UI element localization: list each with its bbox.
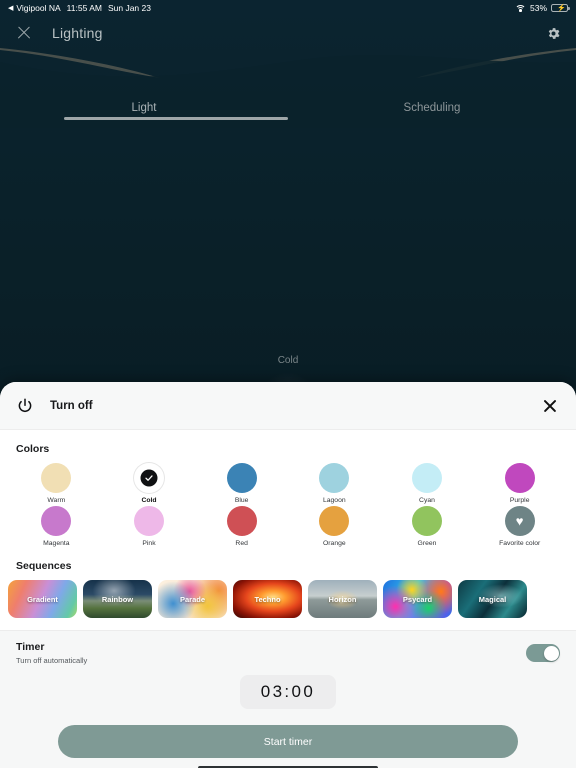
sequence-label: Horizon <box>328 594 357 604</box>
timer-title: Timer <box>16 641 45 653</box>
sequences-section-title: Sequences <box>16 560 72 572</box>
back-arrow-icon: ◀ <box>8 4 14 12</box>
color-option-cold[interactable]: Cold <box>103 463 196 504</box>
battery-charging-icon: ⚡ <box>551 3 570 13</box>
turn-off-label: Turn off <box>50 399 93 412</box>
timer-text-group: Timer Turn off automatically <box>16 641 87 665</box>
light-settings-sheet: Turn off Colors Warm Cold Blue Lagoon Cy… <box>0 382 576 768</box>
color-swatch <box>319 506 350 536</box>
app-header: Lighting <box>0 18 576 48</box>
timer-subtitle: Turn off automatically <box>16 656 88 665</box>
color-label: Cyan <box>419 497 435 504</box>
sequence-label: Parade <box>179 594 206 604</box>
color-option-purple[interactable]: Purple <box>473 463 566 504</box>
dial-value-label: Cold <box>277 355 299 366</box>
sequence-card-rainbow[interactable]: Rainbow <box>83 580 152 618</box>
sequence-card-gradient[interactable]: Gradient <box>8 580 77 618</box>
color-swatch <box>41 506 72 536</box>
start-timer-button[interactable]: Start timer <box>58 725 518 758</box>
color-option-cyan[interactable]: Cyan <box>381 463 474 504</box>
page-title: Lighting <box>52 25 103 41</box>
status-bar-left: ◀ Vigipool NA 11:55 AM Sun Jan 23 <box>8 3 151 13</box>
sequence-label: Magical <box>478 594 507 604</box>
heart-icon: ♥ <box>515 513 524 529</box>
color-option-orange[interactable]: Orange <box>288 506 381 547</box>
color-label: Purple <box>509 497 530 504</box>
sequence-card-magical[interactable]: Magical <box>458 580 527 618</box>
sheet-body: Colors Warm Cold Blue Lagoon Cyan Purple… <box>0 430 576 768</box>
gear-icon[interactable] <box>544 24 562 42</box>
status-bar-right: 53% ⚡ <box>514 3 570 13</box>
app-root: ◀ Vigipool NA 11:55 AM Sun Jan 23 53% ⚡ … <box>0 0 576 768</box>
color-swatch <box>41 463 72 493</box>
color-swatch <box>226 463 257 493</box>
color-swatch <box>319 463 350 493</box>
colors-section-title: Colors <box>16 443 50 455</box>
color-option-magenta[interactable]: Magenta <box>10 506 103 547</box>
sheet-header: Turn off <box>0 382 576 430</box>
color-option-warm[interactable]: Warm <box>10 463 103 504</box>
color-swatch <box>133 506 164 536</box>
color-label: Lagoon <box>322 497 346 504</box>
color-option-lagoon[interactable]: Lagoon <box>288 463 381 504</box>
sequence-label: Rainbow <box>101 594 134 604</box>
timer-section: Timer Turn off automatically 03:00 <box>0 630 576 719</box>
toggle-knob <box>543 645 559 661</box>
timer-header: Timer Turn off automatically <box>16 641 560 665</box>
check-icon <box>140 469 158 487</box>
sequence-label: Gradient <box>27 594 58 604</box>
sheet-footer: Start timer <box>0 719 576 768</box>
color-label: Warm <box>47 497 66 504</box>
sequence-card-psycard[interactable]: Psycard <box>383 580 452 618</box>
status-time: 11:55 AM <box>66 3 102 13</box>
tab-scheduling[interactable]: Scheduling <box>288 96 576 126</box>
tab-light[interactable]: Light <box>0 96 288 126</box>
color-swatch <box>411 463 442 493</box>
timer-toggle[interactable] <box>526 644 560 662</box>
color-label: Cold <box>141 497 157 504</box>
sequences-row[interactable]: Gradient Rainbow Parade Techno Horizon P… <box>0 572 576 618</box>
color-label: Pink <box>142 540 156 547</box>
colors-grid: Warm Cold Blue Lagoon Cyan Purple Magent… <box>0 455 576 547</box>
color-option-green[interactable]: Green <box>381 506 474 547</box>
color-label: Green <box>417 540 437 547</box>
color-label: Blue <box>234 497 249 504</box>
color-label: Magenta <box>43 540 70 547</box>
color-swatch: ♥ <box>504 506 535 536</box>
battery-percent-label: 53% <box>529 3 547 13</box>
sequence-card-horizon[interactable]: Horizon <box>308 580 377 618</box>
color-option-red[interactable]: Red <box>195 506 288 547</box>
color-label: Favorite color <box>499 540 541 547</box>
color-label: Red <box>235 540 248 547</box>
status-bar: ◀ Vigipool NA 11:55 AM Sun Jan 23 53% ⚡ <box>0 0 576 16</box>
power-icon <box>16 397 34 415</box>
tab-bar: Light Scheduling <box>0 96 576 126</box>
timer-value[interactable]: 03:00 <box>240 675 336 709</box>
carrier-label: Vigipool NA <box>16 3 61 13</box>
status-date: Sun Jan 23 <box>107 3 151 13</box>
color-swatch <box>133 463 164 493</box>
sheet-close-icon[interactable] <box>540 396 560 416</box>
color-option-favorite[interactable]: ♥ Favorite color <box>473 506 566 547</box>
color-swatch <box>411 506 442 536</box>
color-swatch <box>226 506 257 536</box>
sequence-card-techno[interactable]: Techno <box>233 580 302 618</box>
close-icon[interactable] <box>14 23 34 43</box>
color-swatch <box>504 463 535 493</box>
sequence-label: Psycard <box>402 594 433 604</box>
sequence-label: Techno <box>254 594 281 604</box>
color-label: Orange <box>322 540 346 547</box>
color-option-blue[interactable]: Blue <box>195 463 288 504</box>
tab-active-indicator <box>64 117 288 120</box>
color-option-pink[interactable]: Pink <box>103 506 196 547</box>
sequence-card-parade[interactable]: Parade <box>158 580 227 618</box>
wifi-icon <box>514 4 526 12</box>
